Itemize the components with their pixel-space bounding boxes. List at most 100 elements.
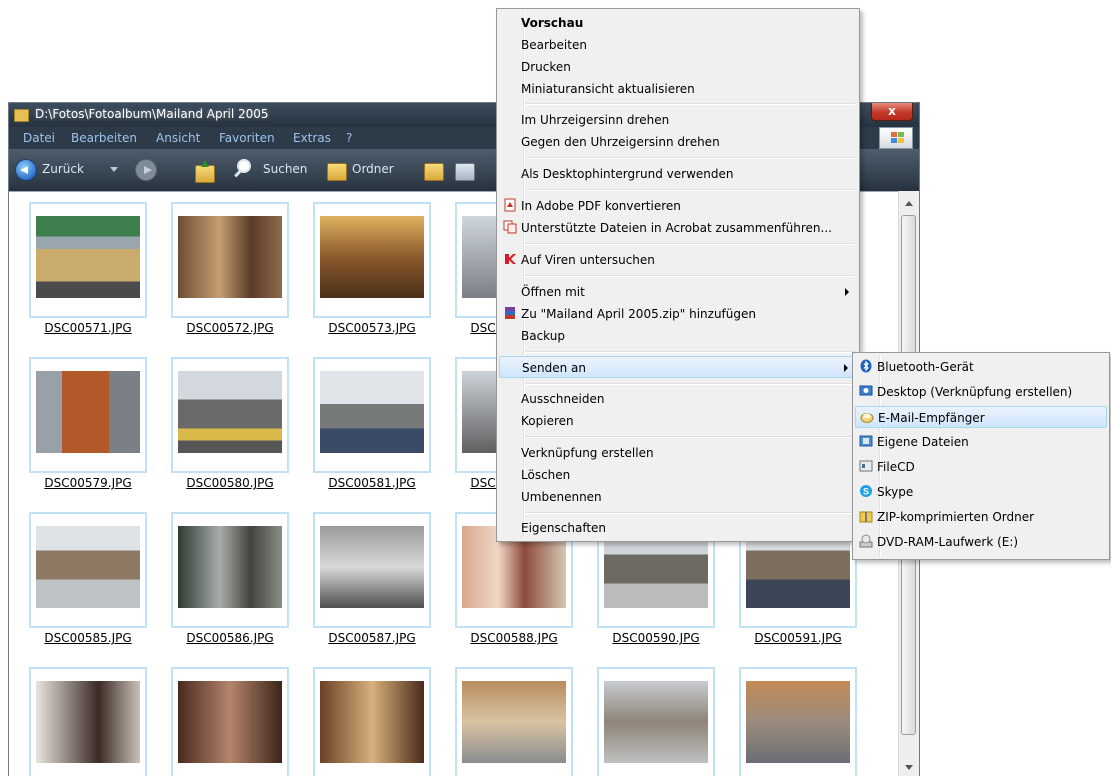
send-to-documents[interactable]: Eigene Dateien	[855, 431, 1107, 453]
send-to-bluetooth[interactable]: Bluetooth-Gerät	[855, 356, 1107, 378]
photo-thumbnail	[320, 526, 424, 608]
menu-separator	[525, 189, 855, 191]
menu-item-rotate-cw[interactable]: Im Uhrzeigersinn drehen	[499, 109, 857, 131]
submenu-arrow-icon	[844, 364, 848, 372]
file-item[interactable]: DSC00586.JPG	[171, 512, 289, 652]
photo-thumbnail	[36, 526, 140, 608]
photo-thumbnail	[178, 371, 282, 453]
menu-item-label: Ausschneiden	[521, 392, 605, 406]
send-to-filecd[interactable]: FileCD	[855, 456, 1107, 478]
file-item[interactable]	[597, 667, 715, 776]
menu-item-label: Vorschau	[521, 16, 584, 30]
bluetooth-icon	[860, 359, 872, 373]
menu-item-label: Öffnen mit	[521, 285, 585, 299]
menu-item-adobe-pdf[interactable]: In Adobe PDF konvertieren	[499, 195, 857, 217]
thumbnail-frame	[597, 667, 715, 776]
file-name: DSC00586.JPG	[186, 631, 274, 645]
menu-item-copy[interactable]: Kopieren	[499, 410, 857, 432]
file-name: DSC00573.JPG	[328, 321, 416, 335]
menu-item-label: ZIP-komprimierten Ordner	[877, 510, 1035, 524]
file-item[interactable]: DSC00580.JPG	[171, 357, 289, 497]
menu-item-vorschau[interactable]: Vorschau	[499, 12, 857, 34]
send-to-desktop[interactable]: Desktop (Verknüpfung erstellen)	[855, 381, 1107, 403]
folder-up-icon[interactable]	[195, 160, 215, 183]
file-item[interactable]: DSC00573.JPG	[313, 202, 431, 342]
move-to-folder-icon[interactable]	[424, 163, 444, 181]
menu-item-open-with[interactable]: Öffnen mit	[499, 281, 857, 303]
menu-bearbeiten[interactable]: Bearbeiten	[71, 131, 137, 145]
send-to-skype[interactable]: S Skype	[855, 481, 1107, 503]
menu-item-label: Im Uhrzeigersinn drehen	[521, 113, 670, 127]
menu-item-label: Skype	[877, 485, 914, 499]
menu-item-label: Desktop (Verknüpfung erstellen)	[877, 385, 1073, 399]
menu-item-bearbeiten[interactable]: Bearbeiten	[499, 34, 857, 56]
send-to-zip-folder[interactable]: ZIP-komprimierten Ordner	[855, 506, 1107, 528]
menu-item-add-to-zip[interactable]: Zu "Mailand April 2005.zip" hinzufügen	[499, 303, 857, 325]
menu-item-acrobat-merge[interactable]: Unterstützte Dateien in Acrobat zusammen…	[499, 217, 857, 239]
context-menu: Vorschau Bearbeiten Drucken Miniaturansi…	[496, 8, 860, 542]
thumbnail-frame	[739, 667, 857, 776]
file-name: DSC00587.JPG	[328, 631, 416, 645]
adobe-pdf-icon	[504, 198, 516, 212]
menu-datei[interactable]: Datei	[23, 131, 55, 145]
file-item[interactable]: DSC00581.JPG	[313, 357, 431, 497]
file-name: DSC00579.JPG	[44, 476, 132, 490]
chevron-down-icon[interactable]	[110, 167, 118, 172]
menu-item-create-shortcut[interactable]: Verknüpfung erstellen	[499, 442, 857, 464]
forward-arrow-icon[interactable]	[135, 159, 157, 181]
menu-item-backup[interactable]: Backup	[499, 325, 857, 347]
file-item[interactable]	[455, 667, 573, 776]
menu-item-rename[interactable]: Umbenennen	[499, 486, 857, 508]
file-item[interactable]: DSC00587.JPG	[313, 512, 431, 652]
menu-item-properties[interactable]: Eigenschaften	[499, 517, 857, 539]
menu-item-label: Auf Viren untersuchen	[521, 253, 655, 267]
file-item[interactable]	[171, 667, 289, 776]
menu-item-label: FileCD	[877, 460, 915, 474]
menu-help[interactable]: ?	[346, 131, 352, 145]
thumbnail-frame	[455, 667, 573, 776]
send-to-email[interactable]: E-Mail-Empfänger	[855, 406, 1107, 428]
file-item[interactable]: DSC00579.JPG	[29, 357, 147, 497]
menu-item-label: Eigenschaften	[521, 521, 607, 535]
kaspersky-icon	[505, 254, 516, 264]
menu-item-virus-scan[interactable]: Auf Viren untersuchen	[499, 249, 857, 271]
menu-item-label: Senden an	[522, 361, 586, 375]
menu-item-delete[interactable]: Löschen	[499, 464, 857, 486]
menu-ansicht[interactable]: Ansicht	[156, 131, 200, 145]
menu-separator	[525, 351, 855, 353]
menu-item-desktop-background[interactable]: Als Desktophintergrund verwenden	[499, 163, 857, 185]
thumbnail-frame	[29, 512, 147, 628]
folders-icon[interactable]	[327, 163, 347, 181]
file-name: DSC00571.JPG	[44, 321, 132, 335]
file-item[interactable]: DSC00572.JPG	[171, 202, 289, 342]
file-item[interactable]: DSC00571.JPG	[29, 202, 147, 342]
file-item[interactable]	[313, 667, 431, 776]
folders-button[interactable]: Ordner	[352, 162, 394, 176]
menu-item-send-to[interactable]: Senden an	[499, 356, 857, 378]
file-item[interactable]	[29, 667, 147, 776]
documents-icon	[859, 435, 873, 447]
menu-separator	[525, 383, 855, 385]
menu-item-cut[interactable]: Ausschneiden	[499, 388, 857, 410]
send-to-dvd-drive[interactable]: DVD-RAM-Laufwerk (E:)	[855, 531, 1107, 553]
file-name: DSC00590.JPG	[612, 631, 700, 645]
menu-item-label: Miniaturansicht aktualisieren	[521, 82, 695, 96]
search-button[interactable]: Suchen	[263, 162, 307, 176]
menu-item-label: Als Desktophintergrund verwenden	[521, 167, 734, 181]
file-item[interactable]: DSC00585.JPG	[29, 512, 147, 652]
back-button[interactable]: Zurück	[42, 162, 84, 176]
menu-extras[interactable]: Extras	[293, 131, 331, 145]
menu-favoriten[interactable]: Favoriten	[219, 131, 275, 145]
back-arrow-icon[interactable]	[15, 159, 37, 181]
scroll-down-icon[interactable]	[905, 765, 913, 770]
menu-item-rotate-ccw[interactable]: Gegen den Uhrzeigersinn drehen	[499, 131, 857, 153]
file-item[interactable]	[739, 667, 857, 776]
search-icon[interactable]	[237, 159, 251, 173]
copy-to-folder-icon[interactable]	[455, 163, 475, 181]
menu-item-drucken[interactable]: Drucken	[499, 56, 857, 78]
menu-item-miniaturansicht[interactable]: Miniaturansicht aktualisieren	[499, 78, 857, 100]
menu-separator	[525, 512, 855, 514]
close-button[interactable]: x	[871, 103, 913, 121]
thumbnail-frame	[29, 667, 147, 776]
scroll-up-icon[interactable]	[905, 201, 913, 206]
